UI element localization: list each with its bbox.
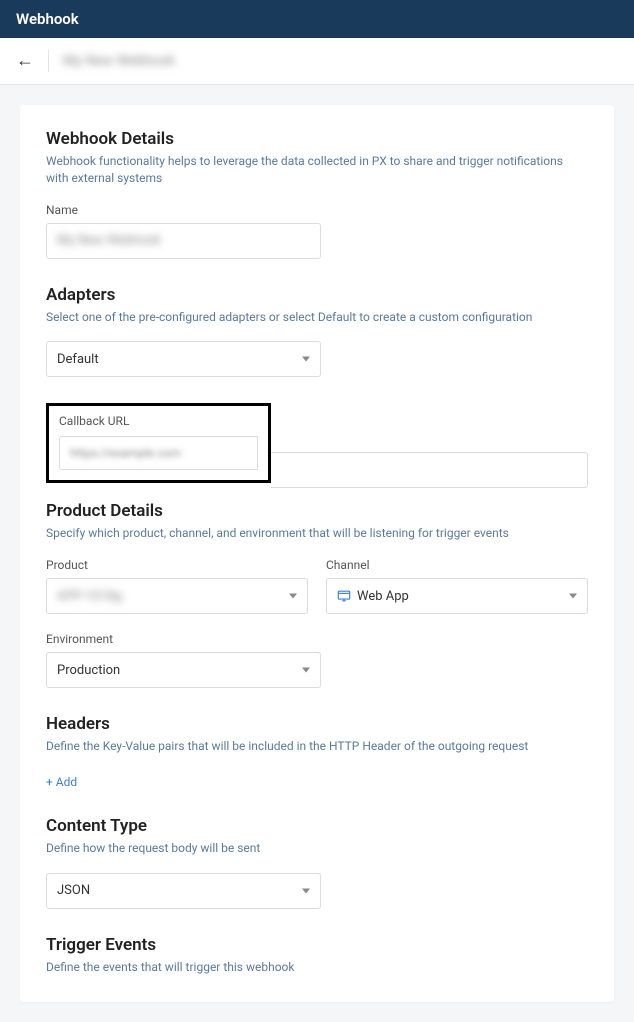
chevron-down-icon (289, 594, 297, 599)
environment-label: Environment (46, 632, 588, 646)
webapp-icon (337, 589, 351, 603)
card: Webhook Details Webhook functionality he… (20, 105, 614, 1002)
headers-desc: Define the Key-Value pairs that will be … (46, 738, 588, 755)
webhook-details-desc: Webhook functionality helps to leverage … (46, 153, 588, 187)
callback-row: Callback URL https://example.com (46, 403, 588, 501)
callback-highlight: Callback URL https://example.com (46, 403, 271, 483)
section-product-details: Product Details Specify which product, c… (46, 501, 588, 688)
headers-title: Headers (46, 714, 588, 734)
environment-select[interactable]: Production (46, 652, 321, 688)
callback-input-right[interactable] (271, 452, 588, 488)
nav-divider (48, 50, 49, 72)
chevron-down-icon (302, 357, 310, 362)
content-type-value: JSON (57, 883, 90, 898)
top-bar: Webhook (0, 0, 634, 38)
adapters-select[interactable]: Default (46, 341, 321, 377)
content-type-desc: Define how the request body will be sent (46, 840, 588, 857)
product-label: Product (46, 558, 308, 572)
name-input[interactable]: My New Webhook (46, 223, 321, 259)
adapters-title: Adapters (46, 285, 588, 305)
section-headers: Headers Define the Key-Value pairs that … (46, 714, 588, 790)
trigger-title: Trigger Events (46, 935, 588, 955)
adapters-desc: Select one of the pre-configured adapter… (46, 309, 588, 326)
product-details-desc: Specify which product, channel, and envi… (46, 525, 588, 542)
back-arrow-icon[interactable]: ← (16, 52, 34, 70)
environment-value: Production (57, 663, 120, 678)
content-type-title: Content Type (46, 816, 588, 836)
chevron-down-icon (302, 888, 310, 893)
channel-label: Channel (326, 558, 588, 572)
chevron-down-icon (302, 668, 310, 673)
webhook-details-title: Webhook Details (46, 129, 588, 149)
product-value: APP-1018g (57, 589, 122, 604)
product-details-title: Product Details (46, 501, 588, 521)
name-label: Name (46, 203, 588, 217)
breadcrumb-name: My New Webhook (63, 53, 175, 69)
callback-input-left[interactable]: https://example.com (59, 436, 258, 470)
section-content-type: Content Type Define how the request body… (46, 816, 588, 909)
adapters-value: Default (57, 352, 99, 367)
section-webhook-details: Webhook Details Webhook functionality he… (46, 129, 588, 259)
content-type-select[interactable]: JSON (46, 873, 321, 909)
section-adapters: Adapters Select one of the pre-configure… (46, 285, 588, 378)
chevron-down-icon (569, 594, 577, 599)
product-select[interactable]: APP-1018g (46, 578, 308, 614)
top-bar-title: Webhook (16, 10, 79, 28)
channel-value: Web App (357, 589, 409, 604)
nav-bar: ← My New Webhook (0, 38, 634, 85)
trigger-desc: Define the events that will trigger this… (46, 959, 588, 976)
channel-select[interactable]: Web App (326, 578, 588, 614)
section-trigger-events: Trigger Events Define the events that wi… (46, 935, 588, 976)
callback-label: Callback URL (59, 414, 258, 428)
add-header-link[interactable]: + Add (46, 775, 77, 789)
